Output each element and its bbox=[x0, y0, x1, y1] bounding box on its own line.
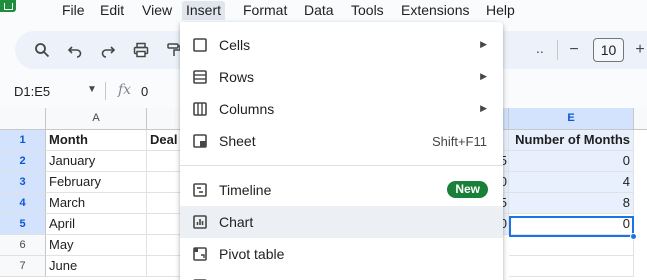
sheets-logo-icon[interactable] bbox=[0, 0, 16, 12]
column-header-a[interactable]: A bbox=[46, 108, 147, 130]
menu-item-chart[interactable]: Chart bbox=[180, 206, 503, 238]
menu-view[interactable]: View bbox=[138, 1, 176, 20]
cell-b2[interactable] bbox=[147, 151, 181, 172]
menu-item-timeline[interactable]: Timeline New bbox=[180, 174, 503, 206]
row-header[interactable]: 4 bbox=[0, 193, 46, 214]
menu-item-label: Pivot table bbox=[219, 246, 285, 262]
cell-a2[interactable]: January bbox=[46, 151, 147, 172]
sheet-icon bbox=[192, 133, 208, 149]
menu-item-columns[interactable]: Columns ▶ bbox=[180, 93, 503, 125]
increase-font-size-button[interactable]: + bbox=[627, 31, 647, 69]
menu-data[interactable]: Data bbox=[300, 1, 338, 20]
cell-e6[interactable] bbox=[509, 235, 634, 256]
name-box[interactable]: D1:E5 bbox=[14, 84, 50, 99]
column-header-e[interactable]: E bbox=[509, 108, 634, 130]
cell-e5[interactable]: 0 bbox=[509, 214, 634, 235]
cell-a1[interactable]: Month bbox=[46, 130, 147, 151]
cell-a3[interactable]: February bbox=[46, 172, 147, 193]
row-header[interactable]: 5 bbox=[0, 214, 46, 235]
font-size-input[interactable]: 10 bbox=[593, 38, 624, 62]
cell-e2[interactable]: 0 bbox=[509, 151, 634, 172]
menu-divider bbox=[180, 165, 503, 166]
redo-icon[interactable] bbox=[95, 31, 121, 69]
menu-bar: File Edit View Insert Format Data Tools … bbox=[0, 0, 647, 22]
cell-b3[interactable] bbox=[147, 172, 181, 193]
cell-a7[interactable]: June bbox=[46, 256, 147, 277]
print-icon[interactable] bbox=[128, 31, 154, 69]
chart-icon bbox=[192, 214, 208, 230]
decrease-font-size-button[interactable]: − bbox=[561, 31, 587, 69]
menu-item-label: Timeline bbox=[219, 182, 272, 198]
select-all-corner[interactable] bbox=[0, 108, 46, 130]
cell-b7[interactable] bbox=[147, 256, 181, 277]
shortcut-label: Shift+F11 bbox=[431, 134, 487, 149]
insert-menu: Cells ▶ Rows ▶ Columns ▶ Sheet Shift+F11 bbox=[180, 22, 503, 280]
columns-icon bbox=[192, 101, 208, 117]
cell-e1[interactable]: Number of Months bbox=[509, 130, 634, 151]
menu-extensions[interactable]: Extensions bbox=[397, 1, 473, 20]
row-header[interactable]: 7 bbox=[0, 256, 46, 277]
cell-b6[interactable] bbox=[147, 235, 181, 256]
menu-format[interactable]: Format bbox=[239, 1, 291, 20]
timeline-icon bbox=[192, 182, 208, 198]
cell-e3[interactable]: 4 bbox=[509, 172, 634, 193]
sheets-window: File Edit View Insert Format Data Tools … bbox=[0, 0, 647, 280]
toolbar-overflow[interactable]: .. bbox=[536, 40, 544, 56]
pivot-table-icon bbox=[192, 246, 208, 262]
new-badge: New bbox=[447, 181, 488, 198]
cell-a5[interactable]: April bbox=[46, 214, 147, 235]
column-header-f[interactable] bbox=[634, 108, 647, 130]
column-header-b[interactable] bbox=[147, 108, 181, 130]
menu-item-label: Sheet bbox=[219, 133, 256, 149]
row-header[interactable]: 3 bbox=[0, 172, 46, 193]
cell-b1[interactable]: Deal bbox=[147, 130, 181, 151]
cells-icon bbox=[192, 37, 208, 53]
menu-item-label: Chart bbox=[219, 214, 254, 230]
menu-item-label: Cells bbox=[219, 37, 251, 53]
menu-item-sheet[interactable]: Sheet Shift+F11 bbox=[180, 125, 503, 157]
rows-icon bbox=[192, 69, 208, 85]
row-header[interactable]: 2 bbox=[0, 151, 46, 172]
formula-divider bbox=[105, 82, 106, 100]
row-header[interactable]: 6 bbox=[0, 235, 46, 256]
menu-item-rows[interactable]: Rows ▶ bbox=[180, 61, 503, 93]
fill-handle[interactable] bbox=[630, 233, 637, 240]
undo-icon[interactable] bbox=[62, 31, 88, 69]
menu-item-next[interactable] bbox=[180, 270, 503, 280]
formula-input[interactable]: 0 bbox=[141, 84, 148, 99]
row-header[interactable]: 1 bbox=[0, 130, 46, 151]
fx-icon: fx bbox=[118, 82, 132, 98]
menu-help[interactable]: Help bbox=[482, 1, 519, 20]
toolbar-divider bbox=[557, 40, 558, 60]
menu-item-cells[interactable]: Cells ▶ bbox=[180, 29, 503, 61]
menu-item-pivot-table[interactable]: Pivot table bbox=[180, 238, 503, 270]
cell-a6[interactable]: May bbox=[46, 235, 147, 256]
cell-b5[interactable] bbox=[147, 214, 181, 235]
submenu-arrow-icon: ▶ bbox=[480, 39, 487, 49]
menu-insert[interactable]: Insert bbox=[182, 1, 226, 20]
menu-item-label: Columns bbox=[219, 101, 275, 117]
menu-tools[interactable]: Tools bbox=[347, 1, 388, 20]
cell-a4[interactable]: March bbox=[46, 193, 147, 214]
menu-edit[interactable]: Edit bbox=[96, 1, 128, 20]
search-icon[interactable] bbox=[29, 31, 55, 69]
cell-e4[interactable]: 8 bbox=[509, 193, 634, 214]
name-box-dropdown-icon[interactable]: ▼ bbox=[87, 84, 97, 95]
submenu-arrow-icon: ▶ bbox=[480, 103, 487, 113]
menu-item-label: Rows bbox=[219, 69, 255, 85]
menu-file[interactable]: File bbox=[58, 1, 89, 20]
submenu-arrow-icon: ▶ bbox=[480, 71, 487, 81]
cell-b4[interactable] bbox=[147, 193, 181, 214]
cell-e7[interactable] bbox=[509, 256, 634, 277]
